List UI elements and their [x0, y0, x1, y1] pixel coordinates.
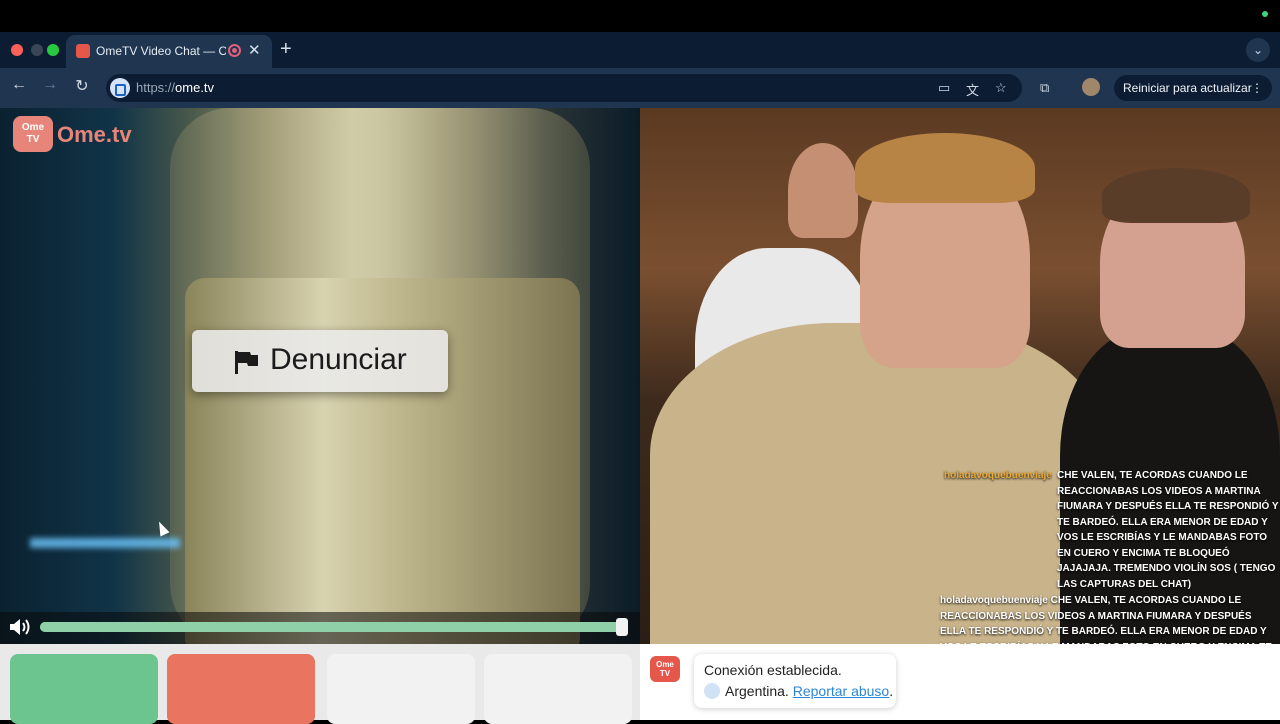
chat-message: holadavoquebuenviaje CHE VALEN, TE ACORD…	[940, 468, 1280, 592]
update-button-label: Reiniciar para actualizar	[1123, 81, 1252, 95]
new-tab-button[interactable]: +	[280, 38, 292, 61]
translate-icon[interactable]: 文	[966, 80, 979, 99]
extensions-icon[interactable]: ⧉	[1040, 80, 1049, 96]
recording-icon	[228, 44, 241, 57]
blue-light-shape	[30, 538, 180, 548]
ometv-chat-logo-icon: Ome TV	[650, 656, 680, 682]
chat-text: CHE VALEN, TE ACORDAS CUANDO LE REACCION…	[1057, 470, 1279, 590]
site-info-icon[interactable]	[110, 78, 130, 98]
report-abuse-link[interactable]: Reportar abuso	[793, 683, 890, 699]
profile-avatar[interactable]	[1082, 78, 1100, 96]
connection-status: Conexión establecida.	[704, 662, 842, 678]
back-button[interactable]: ←	[9, 76, 29, 94]
volume-slider[interactable]	[40, 618, 628, 636]
connection-country-line: Argentina. Reportar abuso.	[704, 683, 893, 699]
minimize-window-icon[interactable]	[31, 44, 43, 56]
address-bar[interactable]: https://ome.tv	[106, 74, 1022, 102]
volume-slider-fill	[40, 622, 624, 632]
logo-text: Ome.tv	[57, 122, 132, 147]
close-tab-icon[interactable]: ✕	[248, 41, 261, 59]
chat-overlay: holadavoquebuenviaje CHE VALEN, TE ACORD…	[940, 468, 1280, 592]
person-hair-shape	[1102, 168, 1250, 223]
bookmark-star-icon[interactable]: ☆	[995, 80, 1007, 96]
chat-username: holadavoquebuenviaje	[940, 595, 1048, 606]
chat-username: holadavoquebuenviaje	[944, 470, 1052, 481]
flag-icon	[235, 351, 258, 374]
url-text[interactable]: https://ome.tv	[136, 80, 214, 95]
volume-icon[interactable]	[8, 617, 34, 642]
option-button-2[interactable]	[484, 654, 632, 724]
cast-icon[interactable]: ▭	[938, 80, 950, 96]
close-window-icon[interactable]	[11, 44, 23, 56]
forward-button[interactable]: →	[40, 76, 60, 94]
reload-button[interactable]: ↻	[72, 76, 92, 96]
argentina-flag-icon	[704, 683, 720, 699]
volume-slider-handle[interactable]	[616, 618, 628, 636]
more-menu-icon[interactable]: ⋮	[1251, 75, 1263, 101]
person-head-shape	[788, 143, 858, 238]
report-button-label: Denunciar	[270, 343, 407, 376]
link-period: .	[889, 683, 894, 699]
next-button[interactable]	[10, 654, 158, 724]
tab-ometv[interactable]: OmeTV Video Chat — Ome ✕	[66, 35, 272, 68]
top-bar	[0, 0, 1280, 32]
report-button[interactable]: Denunciar	[192, 330, 448, 392]
update-button[interactable]: Reiniciar para actualizar ⋮	[1114, 75, 1272, 101]
person-hair-shape	[855, 133, 1035, 203]
status-dot-icon	[1262, 11, 1268, 17]
option-button-1[interactable]	[327, 654, 475, 724]
logo-badge-icon: Ome TV	[13, 116, 53, 152]
country-name: Argentina.	[725, 683, 789, 699]
connection-message: Conexión establecida. Argentina. Reporta…	[694, 654, 896, 708]
tab-search-button[interactable]: ⌄	[1246, 38, 1270, 62]
ometv-favicon-icon	[76, 44, 90, 58]
tab-title: OmeTV Video Chat — Ome	[96, 44, 226, 58]
stop-button[interactable]	[167, 654, 315, 724]
maximize-window-icon[interactable]	[47, 44, 59, 56]
